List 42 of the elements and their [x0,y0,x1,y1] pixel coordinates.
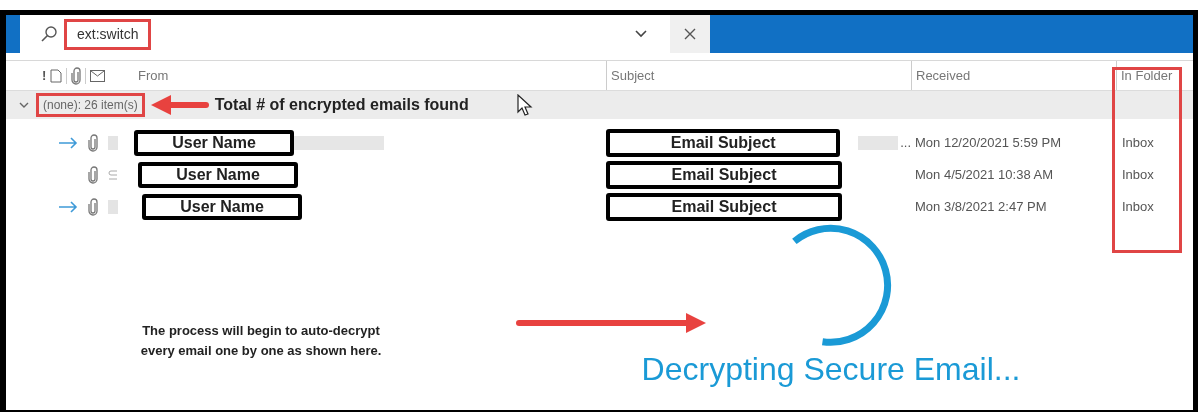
group-label: (none): 26 item(s) [36,93,145,117]
column-heading[interactable]: Subject [606,61,911,90]
column-heading[interactable]: From [134,61,606,90]
message-row[interactable]: User Name Email Subject Mon 3/8/2021 2:47 PM Inbox [6,191,1193,223]
group-header[interactable]: (none): 26 item(s) Total # of encrypted emails found [6,91,1193,119]
column-heading[interactable]: In Folder [1116,61,1188,90]
folder-name: Inbox [1122,167,1154,183]
column-heading[interactable]: Received [911,61,1116,90]
received-date: Mon 12/20/2021 5:59 PM [915,135,1061,151]
paperclip-icon [88,198,98,216]
blurred-text [858,136,899,150]
importance-column[interactable]: ! [42,65,47,86]
ellipsis-text: ... [900,134,911,153]
document-icon[interactable] [50,68,63,83]
received-date: Mon 4/5/2021 10:38 AM [915,167,1054,183]
chevron-down-icon[interactable] [634,29,648,39]
annotation-text: The process will begin to auto-decrypt every email one by one as shown here. [139,322,383,360]
sender-name: User Name [142,194,302,220]
blurred-text [108,200,118,214]
paperclip-icon [88,134,98,152]
subject-text: Email Subject [606,129,841,157]
blurred-text [108,136,118,150]
message-row[interactable]: User Name Email Subject ... Mon 12/20/2021 5:59 PM Inbox [6,127,1193,159]
sender-name: User Name [134,130,294,156]
received-date: Mon 3/8/2021 2:47 PM [915,199,1047,215]
sender-name: User Name [138,162,298,188]
cursor-icon [516,94,533,116]
annotation-text: Total # of encrypted emails found [214,95,469,115]
search-icon [40,25,58,43]
envelope-icon[interactable] [90,69,106,82]
annotation-arrow [150,95,209,115]
paperclip-icon [88,166,98,184]
search-field[interactable]: ext:switch [20,15,710,53]
paperclip-icon [71,66,82,85]
subject-text: Email Subject [606,161,842,189]
folder-name: Inbox [1122,199,1154,215]
search-query: ext:switch [64,18,152,50]
message-row[interactable]: User Name Email Subject Mon 4/5/2021 10:38 AM Inbox [6,159,1193,191]
folder-name: Inbox [1122,135,1154,151]
status-text: Decrypting Secure Email... [641,351,1021,387]
subject-text: Email Subject [606,193,842,221]
close-icon [684,28,696,40]
